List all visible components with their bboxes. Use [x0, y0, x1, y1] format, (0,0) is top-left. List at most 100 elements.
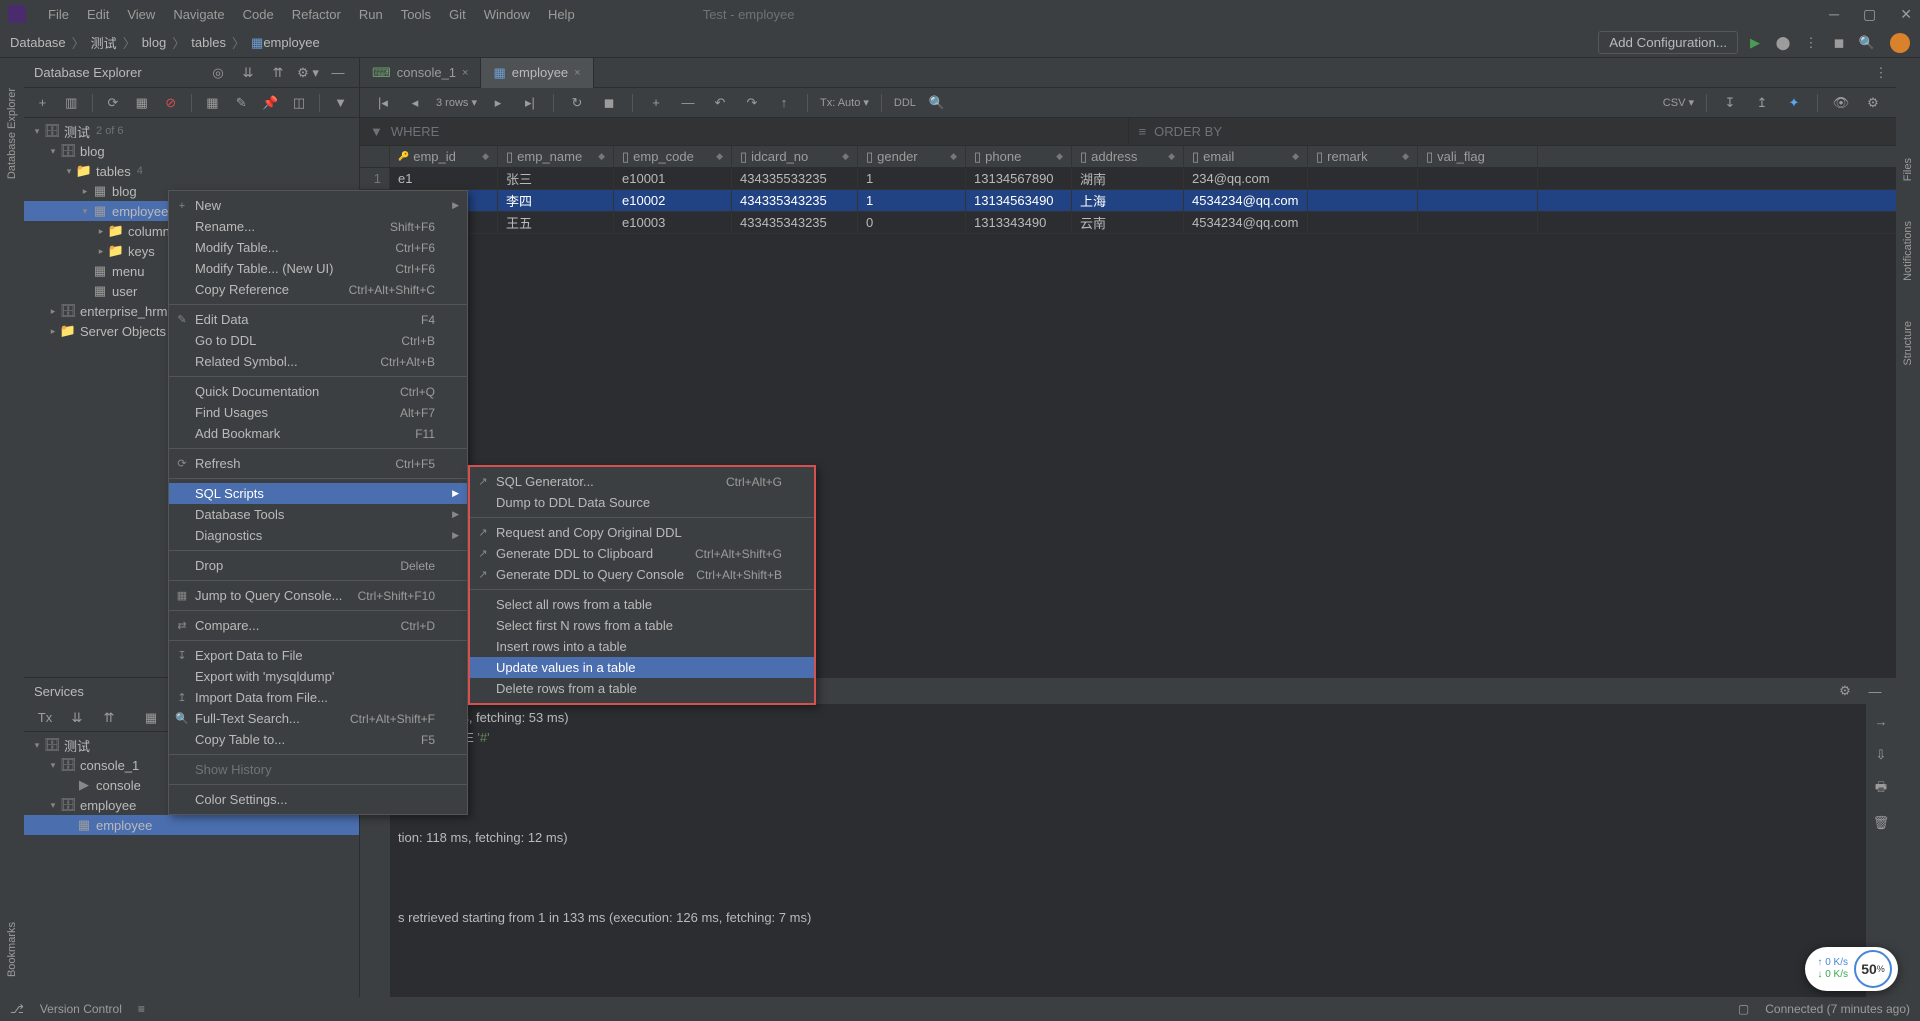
- grid-settings-icon[interactable]: ⚙: [1862, 92, 1884, 114]
- tree-row[interactable]: ▾🗄blog: [24, 141, 359, 161]
- run-icon[interactable]: ▶: [1744, 32, 1766, 54]
- more-run-icon[interactable]: ⋮: [1800, 32, 1822, 54]
- add-configuration-button[interactable]: Add Configuration...: [1598, 31, 1738, 54]
- v-structure[interactable]: Structure: [1902, 321, 1914, 366]
- filter-icon[interactable]: ▼: [332, 92, 349, 114]
- todo-icon[interactable]: ≡: [138, 1002, 145, 1016]
- menu-item[interactable]: Quick DocumentationCtrl+Q: [169, 381, 467, 402]
- settings-icon[interactable]: ⚙ ▾: [297, 62, 319, 84]
- menu-item[interactable]: Export with 'mysqldump': [169, 666, 467, 687]
- last-page-icon[interactable]: ▸|: [519, 92, 541, 114]
- submit-icon[interactable]: ↷: [741, 92, 763, 114]
- menu-item[interactable]: Delete rows from a table: [470, 678, 814, 699]
- menu-item[interactable]: ↗Generate DDL to ClipboardCtrl+Alt+Shift…: [470, 543, 814, 564]
- download-icon[interactable]: ↧: [1719, 92, 1741, 114]
- revert-icon[interactable]: ↶: [709, 92, 731, 114]
- disconnect-icon[interactable]: ⊘: [162, 92, 179, 114]
- tree-row[interactable]: ▾🗄测试2 of 6: [24, 121, 359, 141]
- tree-row[interactable]: ▦employee: [24, 815, 359, 835]
- menu-item[interactable]: ✎Edit DataF4: [169, 309, 467, 330]
- menu-window[interactable]: Window: [476, 3, 538, 26]
- menu-item[interactable]: Database Tools▶: [169, 504, 467, 525]
- crumb-database[interactable]: Database: [10, 35, 66, 50]
- menu-item[interactable]: DropDelete: [169, 555, 467, 576]
- menu-item[interactable]: Insert rows into a table: [470, 636, 814, 657]
- svc-expand-icon[interactable]: ⇊: [66, 707, 88, 729]
- table-row[interactable]: 3e3王五e1000343343534323501313343490云南4534…: [360, 212, 1896, 234]
- context-menu[interactable]: +New▶Rename...Shift+F6Modify Table...Ctr…: [168, 190, 468, 815]
- menu-item[interactable]: +New▶: [169, 195, 467, 216]
- menu-item[interactable]: 🔍Full-Text Search...Ctrl+Alt+Shift+F: [169, 708, 467, 729]
- menu-item[interactable]: Copy Table to...F5: [169, 729, 467, 750]
- jump-console-icon[interactable]: ▦: [204, 92, 221, 114]
- funnel-icon[interactable]: ▼: [370, 124, 383, 139]
- network-speed-widget[interactable]: ↑ 0 K/s ↓ 0 K/s 50%: [1805, 947, 1898, 991]
- stop-sync-icon[interactable]: ▦: [133, 92, 150, 114]
- menu-git[interactable]: Git: [441, 3, 474, 26]
- svc-hide-icon[interactable]: —: [1864, 680, 1886, 702]
- menu-item[interactable]: Modify Table...Ctrl+F6: [169, 237, 467, 258]
- menu-view[interactable]: View: [119, 3, 163, 26]
- menu-item[interactable]: Color Settings...: [169, 789, 467, 810]
- sort-icon[interactable]: ≡: [1139, 124, 1147, 139]
- search-grid-icon[interactable]: 🔍: [926, 92, 948, 114]
- menu-item[interactable]: Go to DDLCtrl+B: [169, 330, 467, 351]
- data-grid[interactable]: 🔑emp_id◆ ▯emp_name◆ ▯emp_code◆ ▯idcard_n…: [360, 146, 1896, 234]
- menu-item[interactable]: Select all rows from a table: [470, 594, 814, 615]
- v-files[interactable]: Files: [1902, 158, 1914, 181]
- crumb-4[interactable]: employee: [263, 35, 319, 50]
- next-page-icon[interactable]: ▸: [487, 92, 509, 114]
- menu-item[interactable]: ↗Request and Copy Original DDL: [470, 522, 814, 543]
- minimize-icon[interactable]: ─: [1829, 6, 1839, 23]
- where-label[interactable]: WHERE: [391, 124, 439, 139]
- menu-item[interactable]: Show History: [169, 759, 467, 780]
- upload-icon[interactable]: ↥: [1751, 92, 1773, 114]
- vc-branch-icon[interactable]: ⎇: [10, 1002, 24, 1016]
- menu-item[interactable]: ↗Generate DDL to Query ConsoleCtrl+Alt+S…: [470, 564, 814, 585]
- svc-gear-icon[interactable]: ⚙: [1834, 680, 1856, 702]
- menu-code[interactable]: Code: [235, 3, 282, 26]
- svc-collapse-icon[interactable]: ⇈: [98, 707, 120, 729]
- menu-refactor[interactable]: Refactor: [284, 3, 349, 26]
- avatar[interactable]: [1890, 33, 1910, 53]
- refresh-icon[interactable]: ⟳: [105, 92, 122, 114]
- menu-help[interactable]: Help: [540, 3, 583, 26]
- crumb-3[interactable]: tables: [191, 35, 226, 50]
- tab-close-icon[interactable]: ×: [574, 67, 580, 79]
- tab-employee[interactable]: ▦ employee ×: [481, 58, 593, 88]
- out-trash-icon[interactable]: 🗑: [1870, 812, 1892, 834]
- menu-item[interactable]: Rename...Shift+F6: [169, 216, 467, 237]
- tabs-more-icon[interactable]: ⋮: [1874, 62, 1896, 84]
- add-row-icon[interactable]: +: [645, 92, 667, 114]
- expand-all-icon[interactable]: ⇊: [237, 62, 259, 84]
- menu-item[interactable]: Diagnostics▶: [169, 525, 467, 546]
- row-count[interactable]: 3 rows ▾: [436, 96, 477, 109]
- stop-icon[interactable]: ◼: [1828, 32, 1850, 54]
- version-control-label[interactable]: Version Control: [40, 1002, 122, 1016]
- ddl-button[interactable]: DDL: [894, 97, 916, 109]
- close-icon[interactable]: ✕: [1900, 6, 1912, 23]
- hide-icon[interactable]: —: [327, 62, 349, 84]
- duplicate-icon[interactable]: ▥: [63, 92, 80, 114]
- menu-item[interactable]: Find UsagesAlt+F7: [169, 402, 467, 423]
- menu-item[interactable]: Related Symbol...Ctrl+Alt+B: [169, 351, 467, 372]
- tab-close-icon[interactable]: ×: [462, 67, 468, 79]
- table-row[interactable]: 1e1张三e10001434335533235113134567890湖南234…: [360, 168, 1896, 190]
- target-icon[interactable]: ◎: [207, 62, 229, 84]
- collapse-all-icon[interactable]: ⇈: [267, 62, 289, 84]
- menu-item[interactable]: Select first N rows from a table: [470, 615, 814, 636]
- menu-file[interactable]: File: [40, 3, 77, 26]
- menu-item[interactable]: ↧Export Data to File: [169, 645, 467, 666]
- out-arrow-icon[interactable]: →: [1870, 710, 1892, 732]
- table-row[interactable]: 2e2李四e10002434335343235113134563490上海453…: [360, 190, 1896, 212]
- v-bookmarks[interactable]: Bookmarks: [6, 922, 18, 977]
- menu-item[interactable]: ⇄Compare...Ctrl+D: [169, 615, 467, 636]
- first-page-icon[interactable]: |◂: [372, 92, 394, 114]
- crumb-2[interactable]: blog: [142, 35, 167, 50]
- remove-row-icon[interactable]: —: [677, 92, 699, 114]
- edit-data-icon[interactable]: ✎: [233, 92, 250, 114]
- prev-page-icon[interactable]: ◂: [404, 92, 426, 114]
- svc-grid-icon[interactable]: ▦: [140, 707, 162, 729]
- menu-item[interactable]: Modify Table... (New UI)Ctrl+F6: [169, 258, 467, 279]
- menu-item[interactable]: Dump to DDL Data Source: [470, 492, 814, 513]
